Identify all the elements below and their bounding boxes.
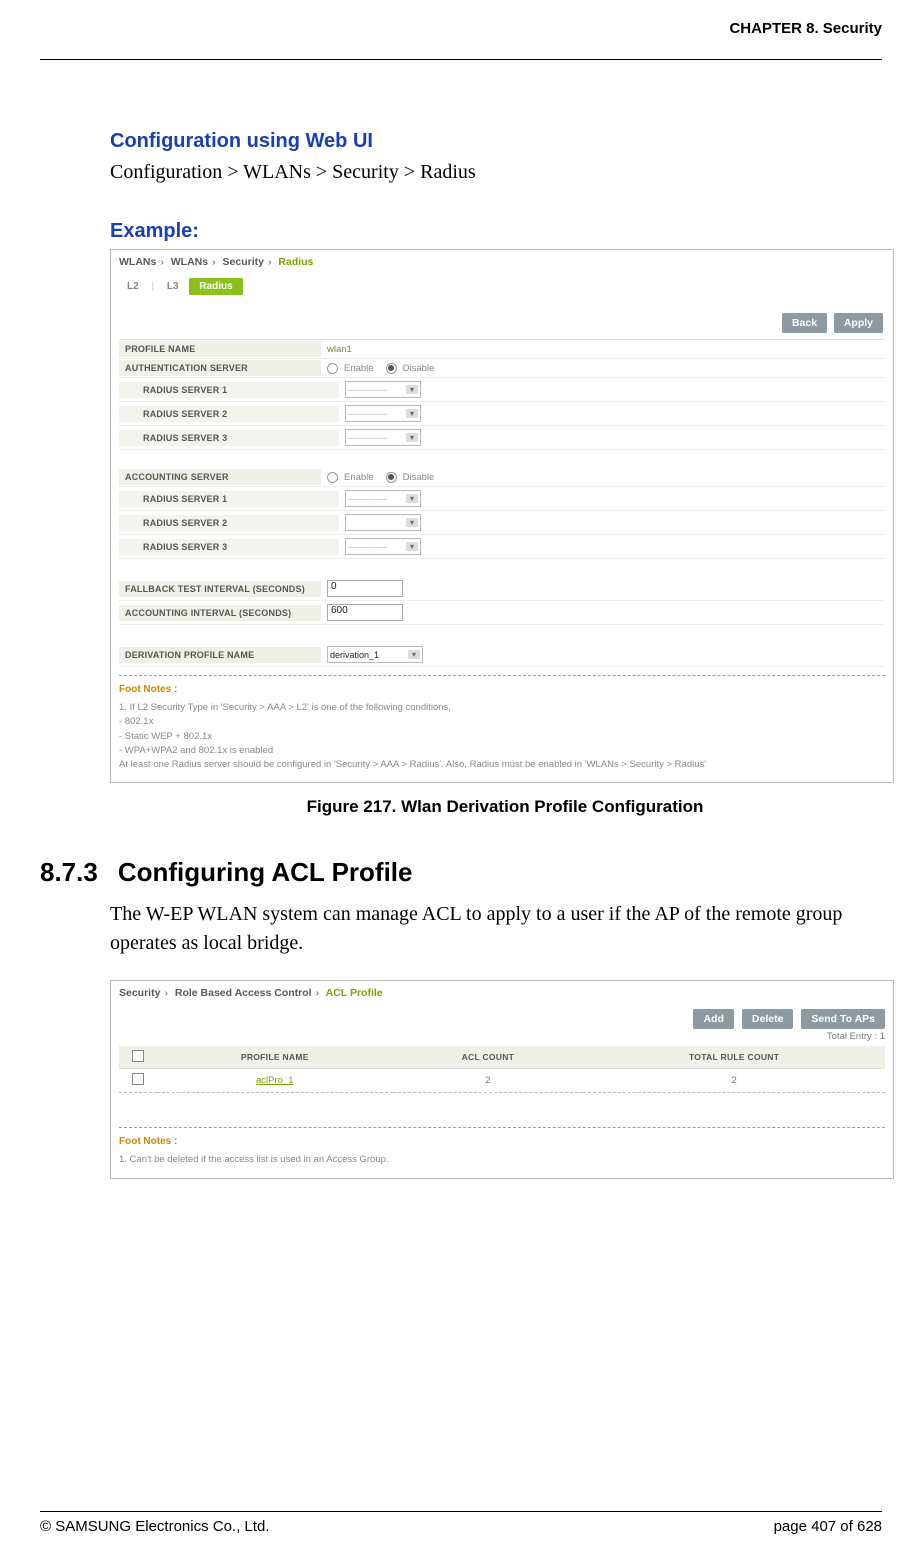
chevron-down-icon: ▾ bbox=[406, 409, 418, 418]
input-acct-interval[interactable]: 600 bbox=[327, 604, 403, 621]
label-auth-rs2: RADIUS SERVER 2 bbox=[119, 406, 339, 422]
col-rule-count: TOTAL RULE COUNT bbox=[583, 1046, 885, 1069]
bc-security2[interactable]: Security bbox=[119, 987, 160, 999]
fig2-breadcrumb: Security› Role Based Access Control› ACL… bbox=[119, 987, 885, 999]
chevron-down-icon: ▾ bbox=[406, 494, 418, 503]
radio-auth-enable[interactable] bbox=[327, 363, 338, 374]
footnotes-title: Foot Notes : bbox=[119, 684, 885, 695]
table-row: aclPro_1 2 2 bbox=[119, 1069, 885, 1093]
bc-radius: Radius bbox=[278, 256, 313, 268]
back-button[interactable]: Back bbox=[782, 313, 827, 333]
label-acct-rs2: RADIUS SERVER 2 bbox=[119, 515, 339, 531]
tab-radius[interactable]: Radius bbox=[189, 278, 242, 295]
cell-acl-count: 2 bbox=[393, 1069, 584, 1093]
chevron-down-icon: ▾ bbox=[406, 385, 418, 394]
auth-server-radios: Enable Disable bbox=[321, 360, 885, 377]
section-number: 8.7.3 bbox=[40, 857, 98, 888]
add-button[interactable]: Add bbox=[693, 1009, 733, 1029]
page-footer: © SAMSUNG Electronics Co., Ltd. page 407… bbox=[40, 1511, 882, 1535]
acct-server-radios: Enable Disable bbox=[321, 469, 885, 486]
footnotes-title2: Foot Notes : bbox=[119, 1136, 885, 1147]
checkbox-select-all[interactable] bbox=[132, 1050, 144, 1062]
figure-radius-config: WLANs› WLANs› Security› Radius L2 | L3 R… bbox=[110, 249, 894, 783]
select-derivation[interactable]: derivation_1▾ bbox=[327, 646, 423, 663]
chevron-down-icon: ▾ bbox=[406, 518, 418, 527]
label-acct-server: ACCOUNTING SERVER bbox=[119, 469, 321, 485]
separator bbox=[119, 1127, 885, 1128]
chevron-down-icon: ▾ bbox=[408, 650, 420, 659]
cell-profile-name[interactable]: aclPro_1 bbox=[157, 1069, 393, 1093]
select-acct-rs1[interactable]: -------------▾ bbox=[345, 490, 421, 507]
radio-acct-enable[interactable] bbox=[327, 472, 338, 483]
radio-acct-disable[interactable] bbox=[386, 472, 397, 483]
select-auth-rs1[interactable]: -------------▾ bbox=[345, 381, 421, 398]
label-fallback: FALLBACK TEST INTERVAL (SECONDS) bbox=[119, 581, 321, 597]
radius-form: PROFILE NAME wlan1 AUTHENTICATION SERVER… bbox=[119, 339, 885, 676]
label-acct-rs3: RADIUS SERVER 3 bbox=[119, 539, 339, 555]
label-acct-rs1: RADIUS SERVER 1 bbox=[119, 491, 339, 507]
bc-wlans[interactable]: WLANs bbox=[119, 256, 156, 268]
label-auth-server: AUTHENTICATION SERVER bbox=[119, 360, 321, 376]
chevron-down-icon: ▾ bbox=[406, 542, 418, 551]
section-body: The W-EP WLAN system can manage ACL to a… bbox=[110, 900, 900, 958]
label-profile-name: PROFILE NAME bbox=[119, 341, 321, 357]
cell-rule-count: 2 bbox=[583, 1069, 885, 1093]
acl-table: PROFILE NAME ACL COUNT TOTAL RULE COUNT … bbox=[119, 1046, 885, 1093]
select-auth-rs3[interactable]: -------------▾ bbox=[345, 429, 421, 446]
bc-acl-profile: ACL Profile bbox=[326, 987, 383, 999]
label-acct-interval: ACCOUNTING INTERVAL (SECONDS) bbox=[119, 605, 321, 621]
delete-button[interactable]: Delete bbox=[742, 1009, 794, 1029]
header-rule bbox=[40, 59, 882, 60]
footer-copyright: © SAMSUNG Electronics Co., Ltd. bbox=[40, 1518, 269, 1535]
col-profile-name: PROFILE NAME bbox=[157, 1046, 393, 1069]
label-auth-rs1: RADIUS SERVER 1 bbox=[119, 382, 339, 398]
send-to-aps-button[interactable]: Send To APs bbox=[801, 1009, 885, 1029]
tab-l2[interactable]: L2 bbox=[119, 278, 147, 295]
bc-rbac[interactable]: Role Based Access Control bbox=[175, 987, 312, 999]
figure-acl-profile: Security› Role Based Access Control› ACL… bbox=[110, 980, 894, 1178]
chapter-header: CHAPTER 8. Security bbox=[40, 20, 882, 37]
section-title: Configuring ACL Profile bbox=[118, 857, 413, 888]
value-profile-name: wlan1 bbox=[321, 341, 885, 358]
input-fallback[interactable]: 0 bbox=[327, 580, 403, 597]
select-acct-rs2[interactable]: .▾ bbox=[345, 514, 421, 531]
select-auth-rs2[interactable]: -------------▾ bbox=[345, 405, 421, 422]
total-entry: Total Entry : 1 bbox=[119, 1031, 885, 1042]
bc-security[interactable]: Security bbox=[223, 256, 264, 268]
apply-button[interactable]: Apply bbox=[834, 313, 883, 333]
col-acl-count: ACL COUNT bbox=[393, 1046, 584, 1069]
radio-auth-disable[interactable] bbox=[386, 363, 397, 374]
footer-page-number: page 407 of 628 bbox=[774, 1518, 882, 1535]
fig1-breadcrumb: WLANs› WLANs› Security› Radius bbox=[119, 256, 885, 268]
example-label: Example: bbox=[110, 220, 900, 243]
chevron-down-icon: ▾ bbox=[406, 433, 418, 442]
bc-wlans2[interactable]: WLANs bbox=[171, 256, 208, 268]
select-acct-rs3[interactable]: -------------▾ bbox=[345, 538, 421, 555]
footnotes-body: 1. If L2 Security Type in 'Security > AA… bbox=[119, 701, 885, 772]
footnotes-body2: 1. Can't be deleted if the access list i… bbox=[119, 1153, 885, 1167]
figure-caption: Figure 217. Wlan Derivation Profile Conf… bbox=[110, 797, 900, 817]
breadcrumb-path: Configuration > WLANs > Security > Radiu… bbox=[110, 161, 900, 184]
tabs: L2 | L3 Radius bbox=[119, 278, 885, 295]
label-derivation: DERIVATION PROFILE NAME bbox=[119, 647, 321, 663]
tab-l3[interactable]: L3 bbox=[159, 278, 187, 295]
checkbox-row[interactable] bbox=[132, 1073, 144, 1085]
section-config-webui-title: Configuration using Web UI bbox=[110, 130, 900, 153]
label-auth-rs3: RADIUS SERVER 3 bbox=[119, 430, 339, 446]
